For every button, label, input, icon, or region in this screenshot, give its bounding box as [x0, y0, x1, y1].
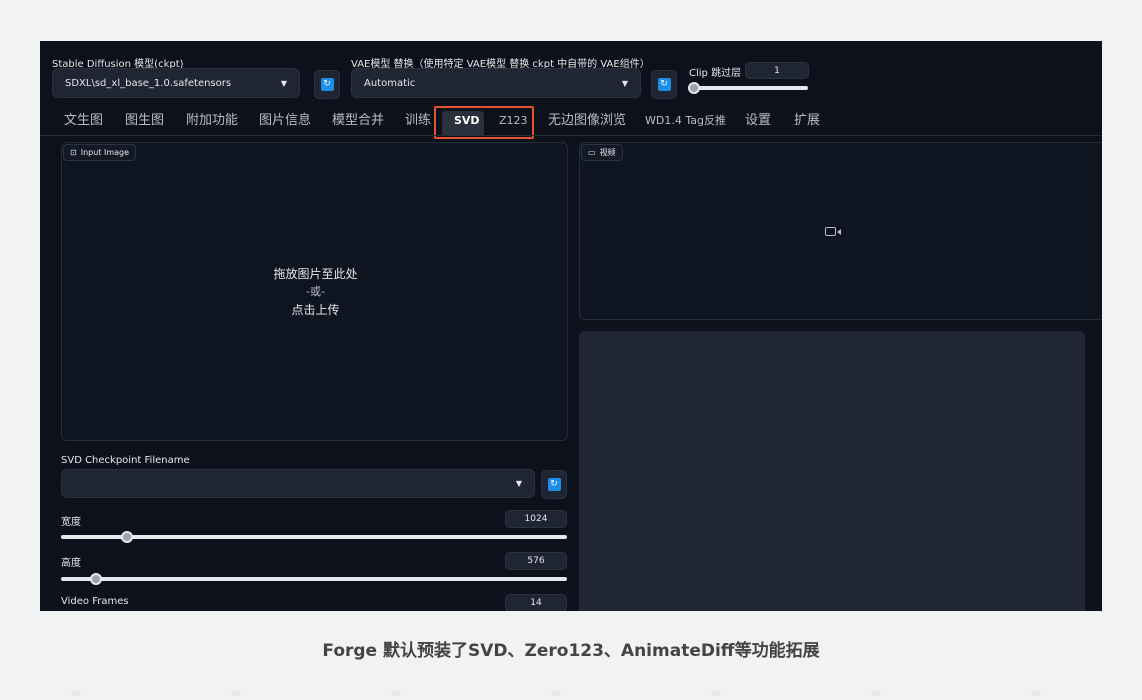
- tab-checkpoint-merger[interactable]: 模型合并: [332, 107, 384, 135]
- drop-instruction: 拖放图片至此处: [273, 267, 358, 281]
- ckpt-refresh-button[interactable]: ↻: [314, 70, 340, 99]
- tab-img2img[interactable]: 图生图: [125, 107, 164, 135]
- watermark: [551, 690, 561, 696]
- tab-infinite-image-browsing[interactable]: 无边图像浏览: [548, 107, 626, 135]
- tab-extras[interactable]: 附加功能: [186, 107, 238, 135]
- width-input[interactable]: 1024: [505, 510, 567, 528]
- click-upload: 点击上传: [291, 303, 340, 317]
- watermark: [231, 690, 241, 696]
- dropzone-text: 拖放图片至此处 -或- 点击上传: [62, 265, 569, 319]
- video-icon: ▭: [588, 148, 596, 157]
- input-image-dropzone[interactable]: ⊡ Input Image 拖放图片至此处 -或- 点击上传: [61, 142, 568, 441]
- ckpt-value: SDXL\sd_xl_base_1.0.safetensors: [65, 77, 232, 89]
- height-slider-handle[interactable]: [90, 573, 103, 585]
- height-input[interactable]: 576: [505, 552, 567, 570]
- watermark: [71, 690, 81, 696]
- video-icon: [825, 227, 841, 236]
- tab-divider: [40, 135, 1102, 136]
- watermark: [871, 690, 881, 696]
- video-output-panel: ▭ 视频: [579, 142, 1102, 320]
- video-label: ▭ 视频: [581, 144, 623, 161]
- chevron-down-icon: ▼: [621, 78, 628, 88]
- tab-bar: 文生图 图生图 附加功能 图片信息 模型合并 训练 SVD Z123 无边图像浏…: [40, 107, 1102, 135]
- watermark: [711, 690, 721, 696]
- width-label: 宽度: [61, 517, 81, 528]
- clip-input[interactable]: 1: [745, 62, 809, 79]
- input-image-label: ⊡ Input Image: [63, 144, 137, 161]
- refresh-icon: ↻: [320, 78, 334, 91]
- webui-window: Stable Diffusion 模型(ckpt) SDXL\sd_xl_bas…: [40, 41, 1102, 611]
- svd-ckpt-select[interactable]: ▼: [61, 469, 535, 498]
- tab-settings[interactable]: 设置: [745, 107, 771, 135]
- vae-refresh-button[interactable]: ↻: [651, 70, 677, 99]
- tab-train[interactable]: 训练: [405, 107, 431, 135]
- frames-label: Video Frames: [61, 596, 129, 607]
- output-gallery: [579, 331, 1085, 611]
- watermark: [1031, 690, 1041, 696]
- tab-txt2img[interactable]: 文生图: [64, 107, 103, 135]
- clip-slider-handle[interactable]: [688, 82, 700, 94]
- ckpt-select[interactable]: SDXL\sd_xl_base_1.0.safetensors ▼: [52, 68, 300, 98]
- tab-png-info[interactable]: 图片信息: [259, 107, 311, 135]
- clip-slider-track[interactable]: [690, 86, 808, 90]
- frames-input[interactable]: 14: [505, 594, 567, 611]
- watermark: [391, 690, 401, 696]
- refresh-icon: ↻: [547, 478, 561, 491]
- svd-ckpt-label: SVD Checkpoint Filename: [61, 455, 190, 466]
- width-slider-handle[interactable]: [120, 531, 133, 543]
- svd-refresh-button[interactable]: ↻: [541, 470, 567, 499]
- width-slider-track[interactable]: [61, 535, 567, 539]
- height-slider-track[interactable]: [61, 577, 567, 581]
- tab-extensions[interactable]: 扩展: [794, 107, 820, 135]
- vae-value: Automatic: [364, 77, 416, 89]
- height-label: 高度: [61, 558, 81, 569]
- caption: Forge 默认预装了SVD、Zero123、AnimateDiff等功能拓展: [322, 641, 820, 661]
- image-icon: ⊡: [70, 148, 77, 157]
- chevron-down-icon: ▼: [515, 479, 522, 488]
- tab-wd14-tagger[interactable]: WD1.4 Tag反推: [645, 107, 726, 135]
- vae-select[interactable]: Automatic ▼: [351, 68, 641, 98]
- chevron-down-icon: ▼: [280, 78, 287, 88]
- drop-or: -或-: [306, 285, 325, 298]
- refresh-icon: ↻: [657, 78, 671, 91]
- clip-label: Clip 跳过层: [689, 68, 742, 79]
